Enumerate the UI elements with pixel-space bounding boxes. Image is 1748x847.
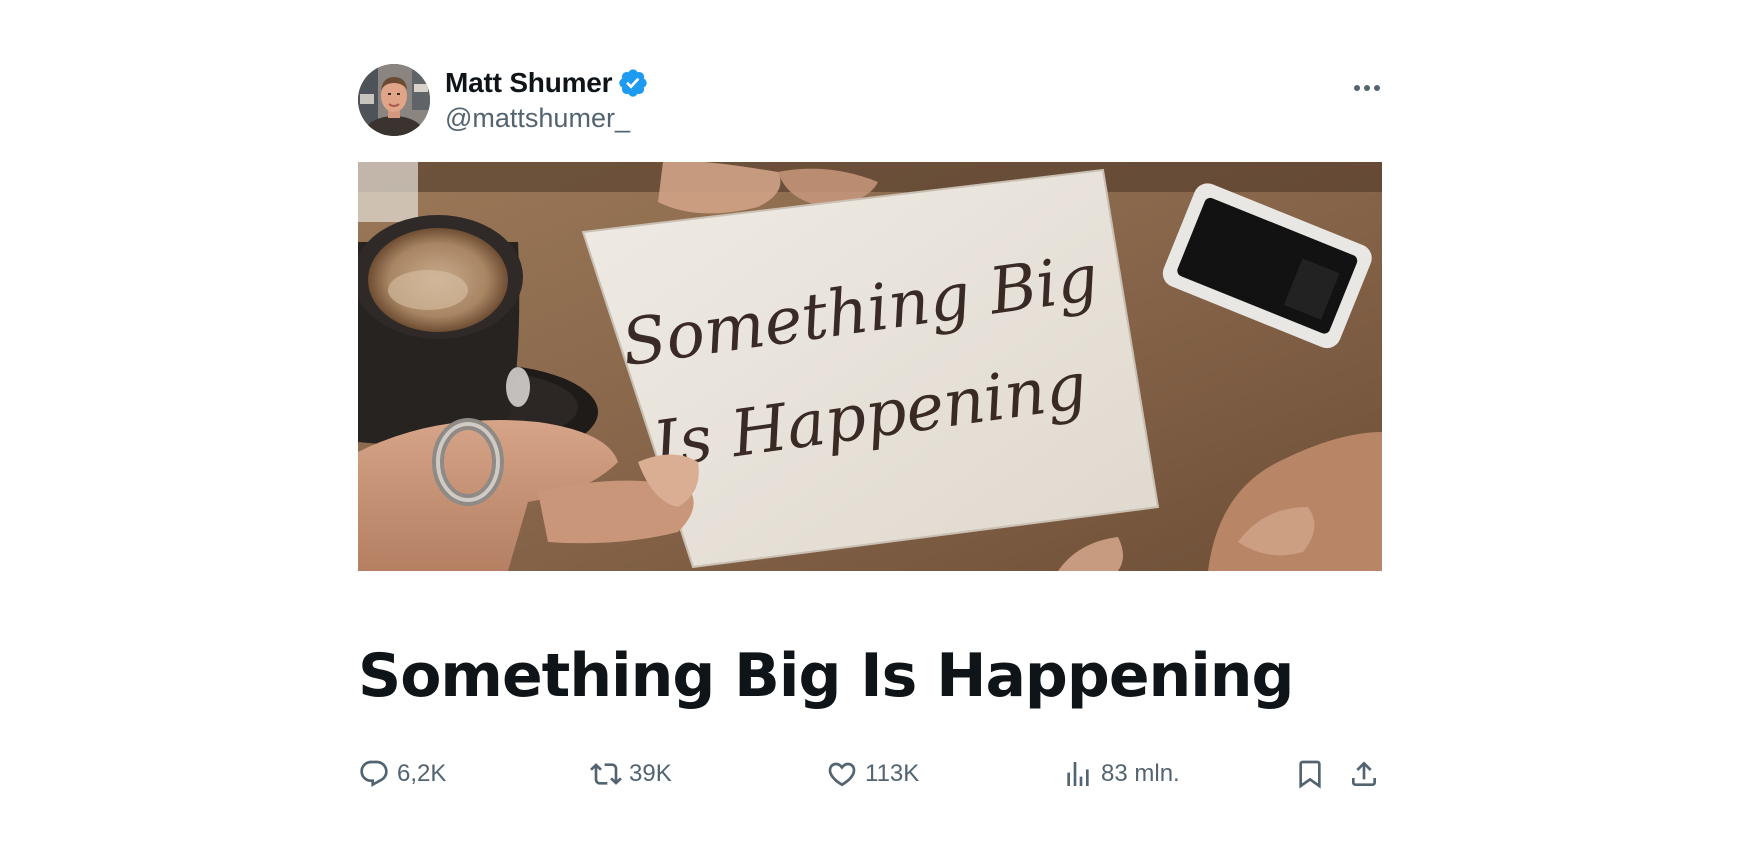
avatar[interactable] [358,64,430,136]
post-header: Matt Shumer @mattshumer_ [358,64,1382,136]
views-count: 83 mln. [1101,760,1180,787]
like-button[interactable]: 113K [826,752,919,796]
share-upload-icon [1352,761,1376,786]
reply-count: 6,2K [397,760,447,787]
author-name-row: Matt Shumer [445,66,649,100]
bar-chart-icon [1067,762,1089,786]
bookmark-icon [1299,760,1321,789]
reply-button[interactable]: 6,2K [358,752,446,796]
author-block: Matt Shumer @mattshumer_ [445,66,649,135]
repost-button[interactable]: 39K [590,752,672,796]
verified-badge-icon[interactable] [617,67,649,99]
repost-count: 39K [629,760,672,787]
post-card: Matt Shumer @mattshumer_ Something Big I… [358,64,1382,789]
heart-icon [828,762,856,787]
like-count: 113K [865,760,920,787]
reply-bubble-icon [360,760,388,787]
more-dots-icon[interactable] [1352,78,1382,98]
bookmark-button[interactable] [1294,752,1326,796]
action-bar: 6,2K 39K 113K 83 mln. [358,752,1382,796]
post-image[interactable]: Something Big Is Happening [358,162,1382,571]
share-button[interactable] [1348,752,1380,796]
views-button[interactable]: 83 mln. [1062,752,1180,796]
repost-arrows-icon [590,763,622,785]
post-title[interactable]: Something Big Is Happening [358,634,1382,718]
author-handle[interactable]: @mattshumer_ [445,101,649,135]
author-display-name[interactable]: Matt Shumer [445,66,613,100]
avatar-photo [358,64,430,136]
